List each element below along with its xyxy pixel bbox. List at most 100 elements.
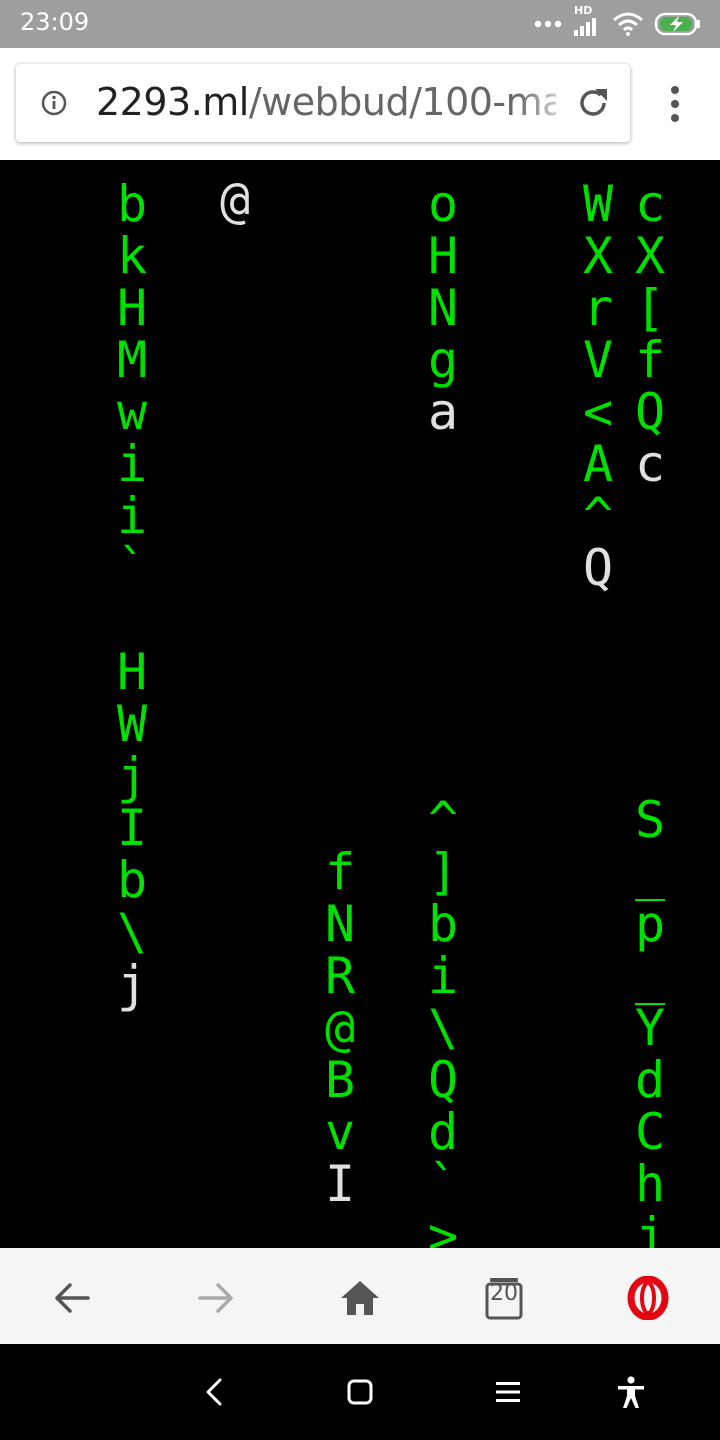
matrix-char: h [634,1155,666,1213]
matrix-char: Q [427,1051,459,1109]
matrix-char: [ [634,279,666,337]
matrix-char: \ [427,999,459,1057]
matrix-char-head: j [116,955,148,1013]
matrix-char-head: @ [219,171,251,229]
matrix-char: H [116,279,148,337]
url-text[interactable]: 2293.ml/webbud/100-ma [96,74,556,130]
matrix-char-head: c [634,435,666,493]
matrix-char: ` [116,539,148,597]
home-icon [341,1281,379,1315]
info-icon[interactable] [40,89,68,117]
matrix-char: > [427,1207,459,1248]
browser-bottom-bar: 20 [0,1248,720,1344]
matrix-column: W X r V < A ^ Q [578,178,618,594]
status-bar: 23:09 HD [0,0,720,48]
matrix-char: Y [634,999,666,1057]
system-nav-bar [0,1344,720,1440]
url-domain: 2293.ml [96,80,249,124]
matrix-char: ^ [582,487,614,545]
matrix-column: o H N g a [423,178,463,438]
matrix-char: j [634,1207,666,1248]
matrix-char: b [116,175,148,233]
matrix-char: _ [634,947,666,1005]
url-path: /webbud/100-ma [248,80,556,124]
matrix-char: g [427,331,459,389]
system-recents-icon [496,1382,520,1402]
matrix-char: R [324,947,356,1005]
matrix-char-head: a [427,383,459,441]
system-home-icon [347,1379,373,1405]
matrix-column: @ [215,174,255,226]
matrix-char: b [116,851,148,909]
matrix-char: ^ [427,791,459,849]
matrix-column: c X [ f Q c [630,178,670,490]
matrix-char: M [116,331,148,389]
system-back-icon [206,1378,222,1406]
matrix-char: \ [116,903,148,961]
wifi-icon [613,12,643,36]
matrix-char [112,594,152,646]
system-recents-button[interactable] [488,1372,528,1412]
matrix-char: i [116,435,148,493]
url-fade [516,64,576,142]
back-button[interactable] [46,1272,98,1324]
system-back-button[interactable] [194,1372,234,1412]
matrix-char: W [582,175,614,233]
matrix-char-head: I [324,1155,356,1213]
tab-count: 20 [490,1281,518,1306]
matrix-char: r [582,279,614,337]
matrix-char: H [427,227,459,285]
matrix-column: S _ p _ Y d C h j [630,794,670,1248]
matrix-char: @ [324,999,356,1057]
browser-address-bar: 2293.ml/webbud/100-ma [0,48,720,160]
matrix-char: w [116,383,148,441]
matrix-char: _ [634,843,666,901]
matrix-char: < [582,383,614,441]
battery-charging-icon [654,12,700,36]
matrix-column: f N R @ B v I [320,846,360,1210]
matrix-char: V [582,331,614,389]
back-arrow-icon [55,1283,90,1313]
matrix-char: X [582,227,614,285]
tabs-button[interactable]: 20 [478,1272,530,1324]
opera-logo-icon [627,1276,669,1320]
matrix-char: i [116,487,148,545]
matrix-char: p [634,895,666,953]
hd-signal-icon: HD [572,4,602,38]
url-field[interactable]: 2293.ml/webbud/100-ma [16,64,630,142]
matrix-char: B [324,1051,356,1109]
status-icons: HD [534,4,702,38]
matrix-char: v [324,1103,356,1161]
reload-icon[interactable] [574,84,612,122]
matrix-char: X [634,227,666,285]
matrix-char: d [427,1103,459,1161]
matrix-rain-canvas: b k H M w i i ` H W j I b \ j @ f N R @ … [0,160,720,1248]
accessibility-button[interactable] [611,1372,651,1412]
matrix-char: c [634,175,666,233]
matrix-char: ` [427,1155,459,1213]
more-dots-icon [534,20,562,28]
matrix-char: f [634,331,666,389]
opera-menu-button[interactable] [622,1272,674,1324]
system-home-button[interactable] [340,1372,380,1412]
forward-arrow-icon [198,1283,233,1313]
matrix-char: b [427,895,459,953]
matrix-char: N [427,279,459,337]
matrix-column: ^ ] b i \ Q d ` > [423,794,463,1248]
matrix-char: i [427,947,459,1005]
accessibility-icon [618,1376,644,1408]
matrix-char: k [116,227,148,285]
matrix-char-head: Q [582,539,614,597]
matrix-char: f [324,843,356,901]
matrix-char: j [116,747,148,805]
matrix-char: d [634,1051,666,1109]
status-time: 23:09 [20,8,90,36]
matrix-char: H [116,643,148,701]
overflow-menu-icon[interactable] [660,82,690,126]
matrix-column: b k H M w i i ` H W j I b \ j [112,178,152,1010]
forward-button[interactable] [190,1272,242,1324]
matrix-char: ] [427,843,459,901]
matrix-char: Q [634,383,666,441]
matrix-char: N [324,895,356,953]
home-button[interactable] [334,1272,386,1324]
